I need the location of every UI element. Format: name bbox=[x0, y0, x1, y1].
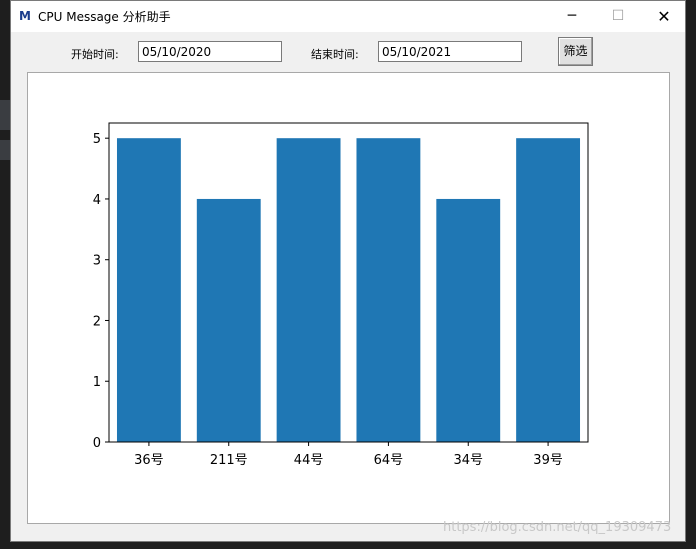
y-tick-label-5: 5 bbox=[93, 132, 101, 147]
watermark-text: https://blog.csdn.net/qq_19309473 bbox=[443, 520, 672, 535]
y-tick-label-2: 2 bbox=[93, 314, 101, 329]
bar-5 bbox=[516, 138, 581, 442]
background-strip bbox=[0, 140, 10, 160]
x-tick-label-3: 64号 bbox=[374, 453, 404, 468]
close-button[interactable]: ✕ bbox=[641, 1, 687, 32]
x-tick-label-5: 39号 bbox=[533, 453, 563, 468]
background-strip bbox=[0, 100, 10, 130]
bar-2 bbox=[276, 138, 341, 442]
y-tick-label-4: 4 bbox=[93, 193, 101, 208]
x-tick-label-0: 36号 bbox=[134, 453, 164, 468]
app-logo-icon: M bbox=[19, 9, 31, 23]
bar-3 bbox=[356, 138, 421, 442]
window-title: CPU Message 分析助手 bbox=[38, 10, 171, 24]
bar-chart: 36号 211号 44号 64号 34号 39号 0 1 2 3 4 5 bbox=[93, 122, 589, 468]
filter-button[interactable]: 筛选 bbox=[558, 37, 593, 66]
start-date-input[interactable] bbox=[138, 41, 282, 62]
bar-4 bbox=[436, 198, 501, 442]
y-tick-label-3: 3 bbox=[93, 254, 101, 269]
chart-panel: 36号 211号 44号 64号 34号 39号 0 1 2 3 4 5 bbox=[27, 72, 670, 524]
start-time-label: 开始时间: bbox=[71, 48, 119, 61]
y-tick-label-0: 0 bbox=[93, 436, 101, 451]
x-tick-label-1: 211号 bbox=[210, 453, 248, 468]
bar-1 bbox=[196, 198, 261, 442]
end-date-input[interactable] bbox=[378, 41, 522, 62]
y-tick-label-1: 1 bbox=[93, 375, 101, 390]
x-tick-label-2: 44号 bbox=[294, 453, 324, 468]
app-window: M CPU Message 分析助手 ─ ☐ ✕ 开始时间: 结束时间: 筛选 … bbox=[10, 0, 686, 542]
x-tick-label-4: 34号 bbox=[453, 453, 483, 468]
maximize-button[interactable]: ☐ bbox=[595, 1, 641, 32]
end-time-label: 结束时间: bbox=[311, 48, 359, 61]
minimize-button[interactable]: ─ bbox=[549, 1, 595, 32]
bar-0 bbox=[116, 138, 181, 442]
title-bar[interactable]: M CPU Message 分析助手 ─ ☐ ✕ bbox=[11, 1, 685, 32]
